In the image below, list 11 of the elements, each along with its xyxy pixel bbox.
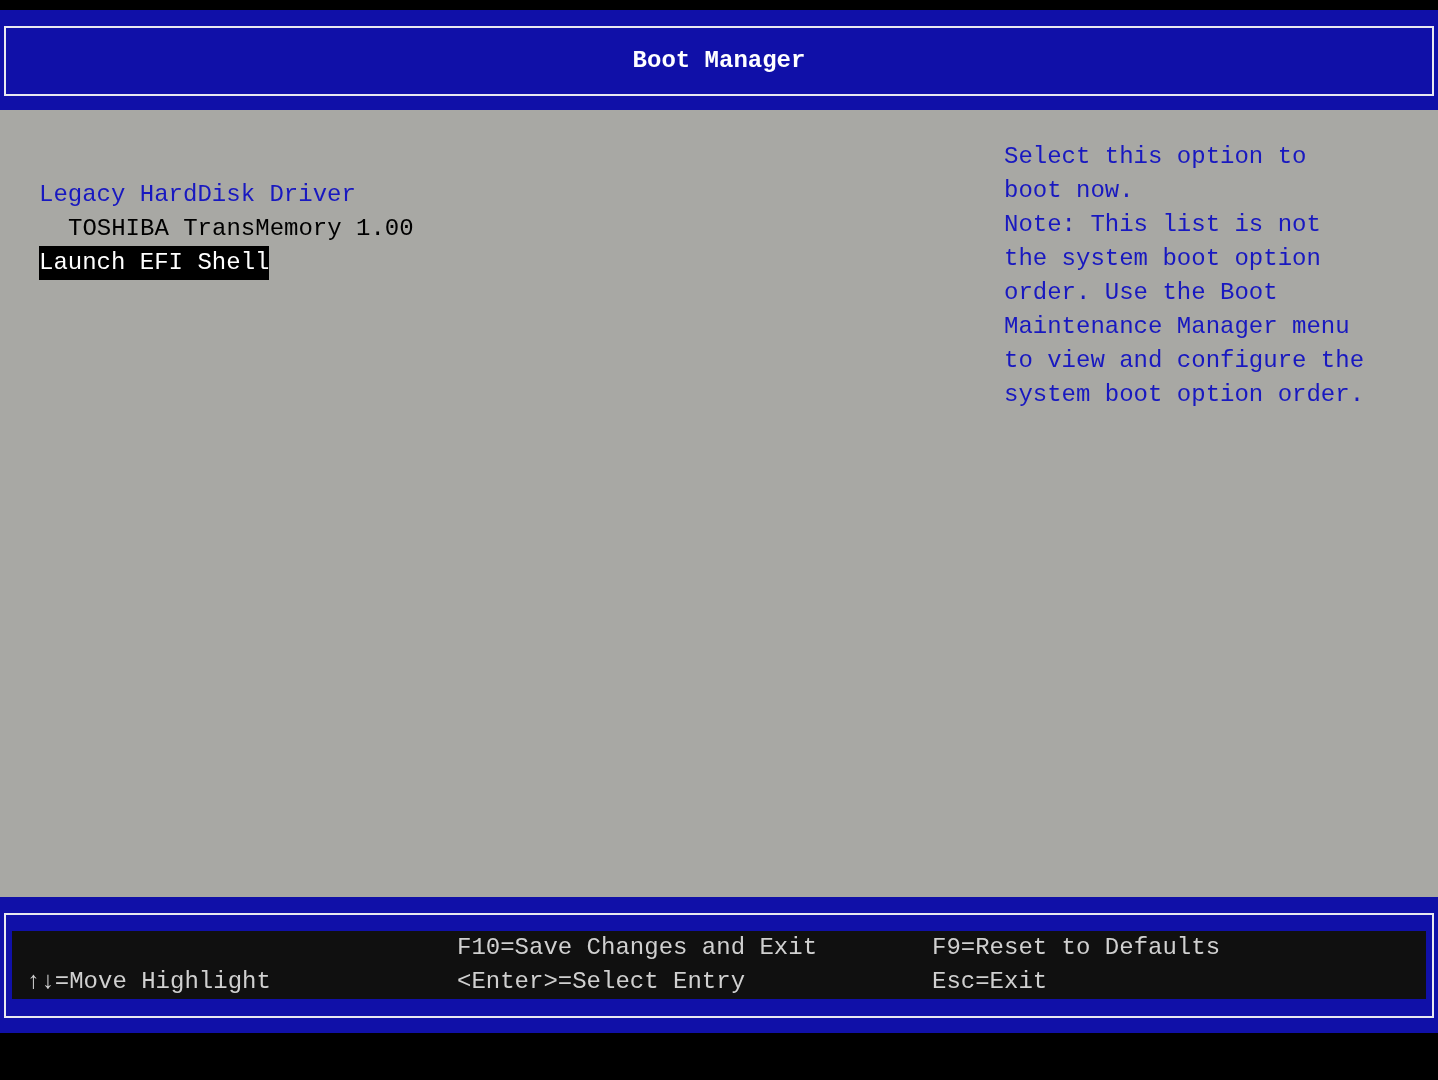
key-hint: ↑↓=Move Highlight xyxy=(26,967,272,997)
boot-option[interactable]: TOSHIBA TransMemory 1.00 xyxy=(68,212,414,246)
menu-group-label: Legacy HardDisk Driver xyxy=(39,180,356,210)
key-hint: F9=Reset to Defaults xyxy=(932,933,1222,963)
key-hint: Esc=Exit xyxy=(932,967,1049,997)
key-hint: F10=Save Changes and Exit xyxy=(457,933,819,963)
key-hint: <Enter>=Select Entry xyxy=(457,967,747,997)
help-text: Note: This list is not the system boot option order. Use the Boot Maintenance Manager menu to view and configure the system boot option order. xyxy=(1004,210,1366,410)
help-text: Select this option to boot now. xyxy=(1004,142,1308,206)
boot-option[interactable]: Launch EFI Shell xyxy=(39,246,270,280)
screen-title: Boot Manager xyxy=(632,46,806,76)
